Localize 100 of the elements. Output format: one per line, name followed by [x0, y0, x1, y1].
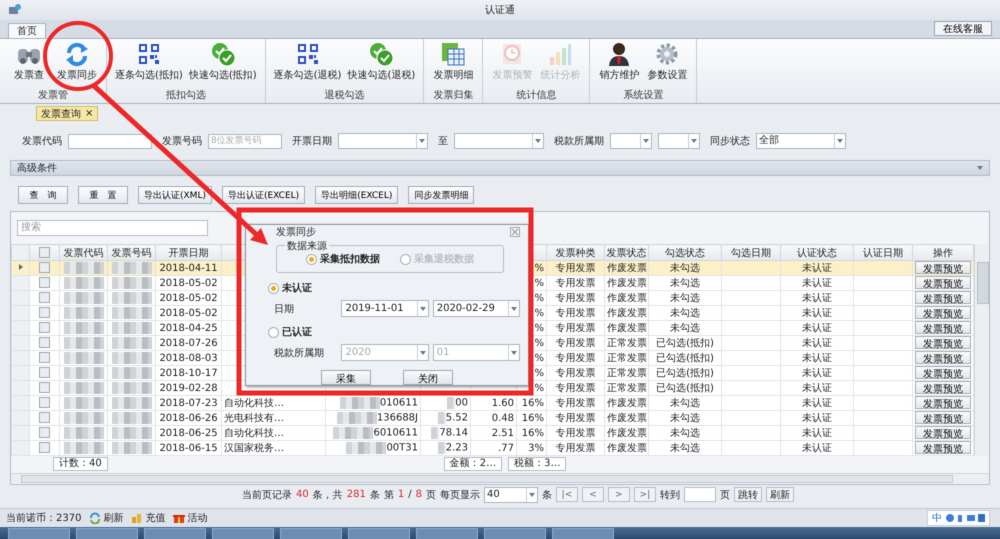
row-checkbox[interactable]: [39, 337, 50, 348]
action-button[interactable]: 导出认证(EXCEL): [222, 186, 306, 204]
column-header[interactable]: 勾选状态: [648, 244, 722, 260]
row-checkbox[interactable]: [39, 367, 50, 378]
preview-button[interactable]: 发票预览: [915, 412, 971, 424]
horizontal-scrollbar[interactable]: [11, 473, 989, 483]
table-row[interactable]: 2018-07-23 自动化科技… 010611 00 1.60 16% 专用发票 作废发票 未勾选 未认证 发票预览: [12, 396, 974, 410]
table-cell: 作废发票: [604, 306, 648, 320]
vertical-scrollbar[interactable]: [974, 244, 989, 456]
preview-button[interactable]: 发票预览: [915, 336, 971, 349]
preview-button[interactable]: 发票预览: [915, 426, 971, 439]
page-size-dropdown[interactable]: 40: [484, 486, 538, 502]
table-cell: 专用发票: [546, 336, 604, 350]
table-cell: 未勾选: [648, 410, 722, 426]
preview-button[interactable]: 发票预览: [915, 396, 971, 409]
page-nav-button[interactable]: |<: [556, 487, 578, 502]
action-button[interactable]: 导出认证(XML): [138, 186, 212, 204]
column-header[interactable]: 认证日期: [854, 244, 912, 260]
action-button[interactable]: 导出明细(EXCEL): [315, 186, 398, 204]
preview-button[interactable]: 发票预览: [915, 262, 971, 274]
column-header[interactable]: 操作: [912, 244, 974, 260]
dropdown-field[interactable]: 2020-02-29: [432, 300, 520, 317]
close-icon[interactable]: [510, 227, 520, 237]
pager-number: 1: [398, 489, 404, 500]
preview-button[interactable]: 发票预览: [915, 352, 971, 364]
radio-dot[interactable]: [268, 282, 279, 294]
ribbon-tab[interactable]: 首页: [8, 23, 46, 38]
page-input-field[interactable]: [684, 487, 716, 502]
action-button[interactable]: 查 询: [18, 186, 68, 204]
column-header[interactable]: 勾选日期: [722, 244, 780, 260]
preview-button[interactable]: 发票预览: [915, 442, 971, 454]
document-tab[interactable]: 发票查询 ×: [36, 106, 98, 121]
preview-button[interactable]: 发票预览: [915, 292, 971, 304]
action-button[interactable]: 重 置: [78, 186, 128, 204]
row-checkbox[interactable]: [39, 277, 50, 288]
table-cell: 2018-10-17: [156, 366, 222, 380]
toolbar-button[interactable]: 逐条勾选(退税): [272, 39, 344, 89]
table-cell: 未认证: [780, 396, 854, 410]
dropdown-field[interactable]: [610, 133, 652, 149]
input-field[interactable]: [68, 134, 152, 148]
toolbar-button[interactable]: 快速勾选(退税): [345, 39, 418, 89]
online-service-button[interactable]: 在线客服: [934, 21, 992, 36]
row-checkbox[interactable]: [39, 412, 50, 424]
toolbar-button[interactable]: 销方维护: [596, 39, 642, 89]
table-row[interactable]: 2018-06-15 汉国家税务… 00T31 2.23 .77 3% 专用发票 作废发票 未勾选 未认证 发票预览: [12, 440, 974, 456]
column-header[interactable]: 发票种类: [546, 244, 604, 260]
column-header[interactable]: 开票日期: [156, 244, 222, 260]
row-checkbox[interactable]: [39, 397, 50, 408]
row-checkbox[interactable]: [39, 442, 50, 454]
dropdown-arrow-icon: [535, 139, 541, 143]
action-button[interactable]: 同步发票明细: [408, 186, 474, 204]
toolbar-button[interactable]: 参数设置: [644, 39, 690, 89]
row-checkbox[interactable]: [39, 427, 50, 438]
row-checkbox[interactable]: [39, 382, 50, 394]
dropdown-field[interactable]: [658, 133, 700, 149]
refresh-button[interactable]: 刷新: [766, 487, 794, 502]
column-header[interactable]: 发票号码: [108, 244, 156, 260]
header-checkbox[interactable]: [39, 246, 50, 258]
column-header[interactable]: 认证状态: [780, 244, 854, 260]
jump-button[interactable]: 跳转: [734, 487, 762, 502]
close-icon[interactable]: ×: [85, 108, 94, 119]
row-checkbox[interactable]: [39, 352, 50, 364]
preview-button[interactable]: 发票预览: [915, 276, 971, 289]
table-row[interactable]: 2018-06-26 光电科技有… 136688J 5.52 0.48 16% 专用发票 作废发票 未勾选 未认证 发票预览: [12, 410, 974, 426]
page-nav-button[interactable]: >|: [634, 487, 656, 502]
row-checkbox[interactable]: [39, 262, 50, 274]
page-nav-button[interactable]: >: [608, 487, 630, 502]
toolbar-button[interactable]: 快速勾选(抵扣): [186, 39, 259, 89]
pager-text: 条: [370, 488, 380, 502]
dropdown-field[interactable]: 2019-11-01: [341, 300, 429, 317]
column-header[interactable]: 发票状态: [604, 244, 648, 260]
row-checkbox[interactable]: [39, 322, 50, 334]
radio-dot[interactable]: [306, 254, 317, 264]
dropdown-field[interactable]: [454, 133, 544, 149]
input-method-bar[interactable]: 中: [927, 510, 990, 526]
toolbar-button[interactable]: 发票明细: [430, 39, 476, 89]
toolbar-button[interactable]: 发票同步: [54, 39, 100, 89]
table-cell: 未勾选: [648, 440, 722, 456]
column-header[interactable]: 发票代码: [60, 244, 108, 260]
table-cell: 作废发票: [604, 396, 648, 410]
page-nav-button[interactable]: <: [582, 487, 604, 502]
toolbar-button[interactable]: 发票查: [6, 39, 52, 89]
row-checkbox[interactable]: [39, 307, 50, 318]
preview-button[interactable]: 发票预览: [915, 382, 971, 394]
preview-button[interactable]: 发票预览: [915, 306, 971, 319]
advanced-conditions-bar[interactable]: 高级条件: [10, 160, 990, 176]
dropdown-field[interactable]: [338, 133, 428, 149]
blurred-text: [112, 412, 152, 424]
status-link[interactable]: 充值: [131, 511, 166, 525]
preview-button[interactable]: 发票预览: [915, 322, 971, 334]
dialog-button[interactable]: 关闭: [403, 370, 453, 385]
table-row[interactable]: 2018-06-25 自动化科技… 6010611 78.14 2.51 16% 专用发票 作废发票 未勾选 未认证 发票预览: [12, 426, 974, 440]
table-cell: 未认证: [780, 410, 854, 426]
status-link[interactable]: 活动: [173, 511, 208, 525]
dropdown-field[interactable]: 全部: [756, 133, 846, 149]
status-link[interactable]: 刷新: [89, 511, 124, 525]
row-checkbox[interactable]: [39, 292, 50, 304]
dialog-button[interactable]: 采集: [321, 370, 371, 385]
preview-button[interactable]: 发票预览: [915, 366, 971, 379]
toolbar-button[interactable]: 逐条勾选(抵扣): [113, 39, 185, 89]
